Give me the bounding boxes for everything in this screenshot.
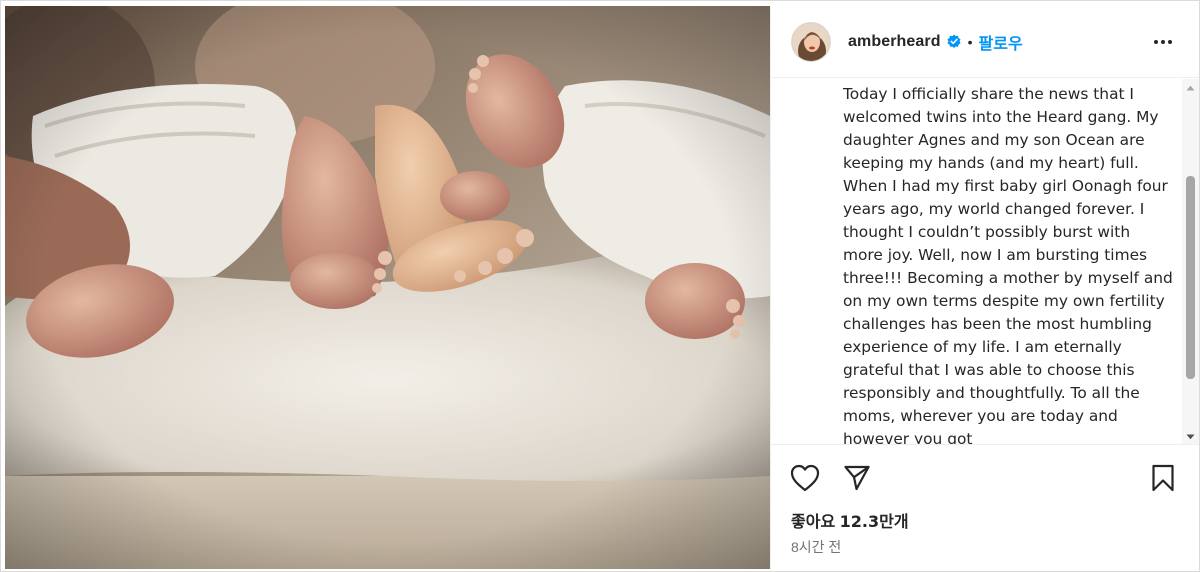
follow-button[interactable]: 팔로우 [979, 30, 1023, 54]
post-dialog: amberheard • 팔로우 Today I officially shar… [0, 0, 1200, 572]
post-side-panel: amberheard • 팔로우 Today I officially shar… [770, 6, 1199, 569]
likes-count-value: 12.3만개 [839, 512, 909, 531]
scroll-down-arrow-icon[interactable] [1182, 428, 1199, 444]
send-icon[interactable] [841, 462, 873, 494]
like-count[interactable]: 좋아요 12.3만개 [791, 508, 909, 532]
more-options-icon[interactable] [1151, 30, 1175, 54]
scroll-up-arrow-icon[interactable] [1182, 79, 1199, 96]
bookmark-icon[interactable] [1147, 462, 1179, 494]
likes-label: 좋아요 [791, 514, 836, 531]
post-actions: 좋아요 12.3만개 8시간 전 [771, 446, 1199, 568]
separator-dot: • [967, 33, 973, 50]
post-timestamp[interactable]: 8시간 전 [791, 537, 841, 557]
username[interactable]: amberheard [848, 33, 941, 51]
post-caption: Today I officially share the news that I… [843, 85, 1173, 445]
verified-badge-icon [946, 34, 962, 50]
caption-scroll-area[interactable]: Today I officially share the news that I… [771, 79, 1199, 445]
scrollbar[interactable] [1182, 79, 1199, 444]
post-image[interactable] [5, 6, 770, 569]
avatar[interactable] [791, 21, 831, 62]
post-header: amberheard • 팔로우 [771, 6, 1199, 78]
scrollbar-thumb[interactable] [1186, 176, 1195, 379]
heart-icon[interactable] [789, 462, 821, 494]
